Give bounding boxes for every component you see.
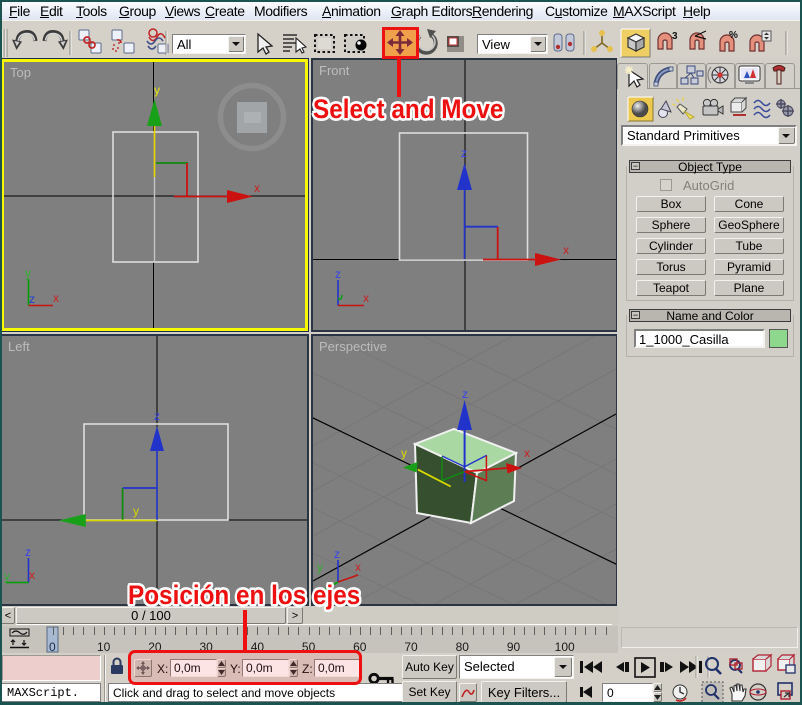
svg-text:x: x xyxy=(524,446,530,460)
svg-text:z: z xyxy=(334,547,340,561)
svg-text:y: y xyxy=(401,446,407,460)
svg-text:3: 3 xyxy=(672,31,678,42)
svg-text:x: x xyxy=(363,291,369,305)
svg-text:x: x xyxy=(563,243,569,257)
svg-text:x: x xyxy=(355,560,361,574)
svg-text:%: % xyxy=(729,30,738,41)
svg-text:y: y xyxy=(25,266,31,280)
svg-text:x: x xyxy=(53,291,59,305)
svg-text:z: z xyxy=(335,267,341,281)
svg-text:z: z xyxy=(154,409,160,423)
svg-text:z: z xyxy=(29,292,35,306)
svg-text:x: x xyxy=(29,568,35,582)
svg-text:z: z xyxy=(25,545,31,559)
svg-text:z: z xyxy=(461,146,467,160)
svg-text:y: y xyxy=(154,83,160,97)
svg-text:y: y xyxy=(317,560,323,574)
svg-text:x: x xyxy=(254,181,260,195)
svg-text:z: z xyxy=(462,387,468,401)
svg-text:y: y xyxy=(133,504,139,518)
svg-text:y: y xyxy=(4,569,10,583)
